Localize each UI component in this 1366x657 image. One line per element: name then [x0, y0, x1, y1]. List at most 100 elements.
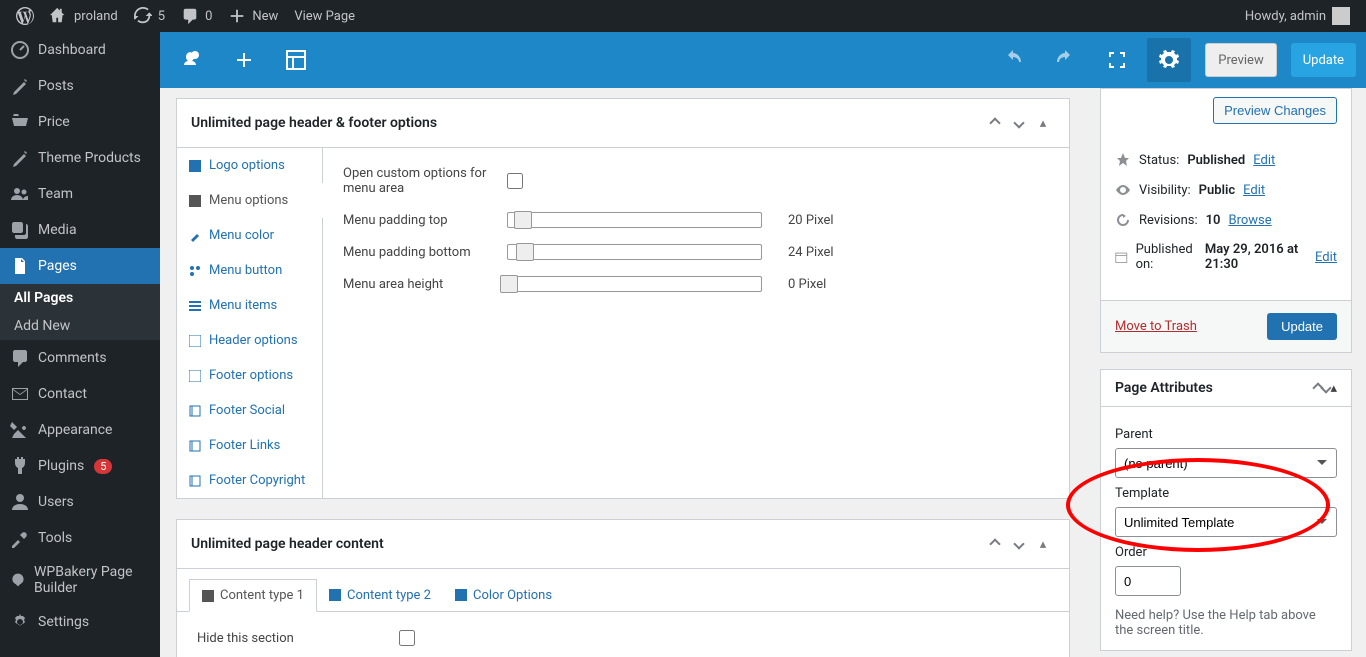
area-height-slider[interactable] — [507, 276, 762, 292]
view-page[interactable]: View Page — [286, 0, 363, 32]
preview-changes-button[interactable]: Preview Changes — [1213, 97, 1337, 124]
updates-link[interactable]: 5 — [126, 0, 173, 32]
editor-toolbar: Preview Update — [160, 32, 1366, 88]
visibility-row: Visibility: Public Edit — [1115, 182, 1337, 198]
template-select[interactable]: Unlimited Template — [1115, 507, 1337, 537]
box2-move-down[interactable] — [1007, 532, 1031, 556]
parent-select[interactable]: (no parent) — [1115, 448, 1337, 478]
pad-bottom-slider[interactable] — [507, 244, 762, 260]
ct1-panel: Hide this section Header content title — [177, 612, 1069, 657]
wp-logo-editor[interactable] — [170, 38, 214, 82]
metabox2-title: Unlimited page header content — [191, 536, 983, 552]
pad-top-value: 20 Pixel — [788, 213, 834, 228]
template-label: Template — [1115, 486, 1337, 501]
metabox-title: Unlimited page header & footer options — [191, 115, 983, 131]
vtab-header[interactable]: Header options — [177, 323, 322, 358]
menu-dashboard[interactable]: Dashboard — [0, 32, 160, 68]
pad-top-slider[interactable] — [507, 212, 762, 228]
settings-toggle[interactable] — [1147, 38, 1191, 82]
vtab-footer-copyright[interactable]: Footer Copyright — [177, 463, 322, 498]
howdy-account[interactable]: Howdy, admin — [1237, 0, 1358, 32]
metabox-header-footer: Unlimited page header & footer options ▴… — [176, 98, 1070, 499]
box-move-down[interactable] — [1007, 111, 1031, 135]
main-content: Unlimited page header & footer options ▴… — [160, 88, 1086, 657]
calendar-icon — [1115, 249, 1128, 265]
menu-comments[interactable]: Comments — [0, 340, 160, 376]
menu-team[interactable]: Team — [0, 176, 160, 212]
submenu-all-pages[interactable]: All Pages — [0, 284, 160, 312]
hide-section-label: Hide this section — [197, 631, 383, 646]
attrs-move-down[interactable] — [1322, 381, 1330, 396]
menu-settings[interactable]: Settings — [0, 604, 160, 640]
menu-plugins[interactable]: Plugins5 — [0, 448, 160, 484]
htab-ct1[interactable]: Content type 1 — [189, 579, 317, 612]
box2-move-up[interactable] — [983, 532, 1007, 556]
vtab-menu-items[interactable]: Menu items — [177, 288, 322, 323]
vtab-footer-links[interactable]: Footer Links — [177, 428, 322, 463]
settings-sidebar: Preview Changes Status: Published Edit V… — [1086, 88, 1366, 657]
area-height-label: Menu area height — [343, 277, 491, 292]
menu-options-panel: Open custom options for menu area Menu p… — [323, 148, 1069, 498]
move-to-trash-link[interactable]: Move to Trash — [1115, 319, 1197, 334]
pad-bottom-value: 24 Pixel — [788, 245, 834, 260]
vtab-menu-color[interactable]: Menu color — [177, 218, 322, 253]
pad-top-label: Menu padding top — [343, 213, 491, 228]
update-button[interactable]: Update — [1291, 43, 1356, 77]
admin-sidebar: Dashboard Posts Price Theme Products Tea… — [0, 32, 160, 657]
htab-ct2[interactable]: Content type 2 — [317, 579, 443, 611]
menu-users[interactable]: Users — [0, 484, 160, 520]
help-text: Need help? Use the Help tab above the sc… — [1115, 608, 1337, 638]
preview-button[interactable]: Preview — [1205, 43, 1276, 77]
menu-contact[interactable]: Contact — [0, 376, 160, 412]
backup-icon — [1115, 212, 1131, 228]
menu-media[interactable]: Media — [0, 212, 160, 248]
metabox-header-content: Unlimited page header content ▴ Content … — [176, 519, 1070, 657]
open-custom-label: Open custom options for menu area — [343, 166, 491, 196]
comments-link[interactable]: 0 — [173, 0, 220, 32]
edit-status-link[interactable]: Edit — [1253, 153, 1275, 168]
vtab-menu-button[interactable]: Menu button — [177, 253, 322, 288]
menu-price[interactable]: Price — [0, 104, 160, 140]
page-attrs-heading: Page Attributes — [1115, 380, 1314, 396]
box2-toggle[interactable]: ▴ — [1031, 532, 1055, 556]
vtab-logo[interactable]: Logo options — [177, 148, 322, 183]
vtab-menu[interactable]: Menu options — [177, 183, 323, 218]
revisions-row: Revisions: 10 Browse — [1115, 212, 1337, 228]
undo-button[interactable] — [991, 38, 1035, 82]
menu-tools[interactable]: Tools — [0, 520, 160, 556]
eye-icon — [1115, 182, 1131, 198]
box-move-up[interactable] — [983, 111, 1007, 135]
publish-box: Preview Changes Status: Published Edit V… — [1100, 88, 1352, 353]
edit-date-link[interactable]: Edit — [1315, 250, 1337, 265]
new-content[interactable]: New — [220, 0, 286, 32]
plugins-count-badge: 5 — [94, 459, 112, 474]
open-custom-checkbox[interactable] — [507, 173, 523, 189]
redo-button[interactable] — [1043, 38, 1087, 82]
hide-section-checkbox[interactable] — [399, 630, 415, 646]
vtab-footer[interactable]: Footer options — [177, 358, 322, 393]
site-link[interactable]: proland — [42, 0, 126, 32]
menu-posts[interactable]: Posts — [0, 68, 160, 104]
parent-label: Parent — [1115, 427, 1337, 442]
avatar-icon — [1332, 7, 1350, 25]
fullscreen-button[interactable] — [1095, 38, 1139, 82]
submenu-add-new[interactable]: Add New — [0, 312, 160, 340]
wp-logo[interactable] — [8, 0, 42, 32]
vertical-tabs: Logo options Menu options Menu color Men… — [177, 148, 323, 498]
vtab-footer-social[interactable]: Footer Social — [177, 393, 322, 428]
pad-bottom-label: Menu padding bottom — [343, 245, 491, 260]
menu-appearance[interactable]: Appearance — [0, 412, 160, 448]
admin-bar: proland 5 0 New View Page Howdy, admin — [0, 0, 1366, 32]
order-input[interactable] — [1115, 566, 1181, 596]
menu-theme-products[interactable]: Theme Products — [0, 140, 160, 176]
menu-pages[interactable]: Pages — [0, 248, 160, 284]
publish-update-button[interactable]: Update — [1267, 313, 1337, 340]
box-toggle[interactable]: ▴ — [1031, 111, 1055, 135]
htab-color[interactable]: Color Options — [443, 579, 564, 611]
browse-revisions-link[interactable]: Browse — [1228, 213, 1271, 228]
pin-icon — [1115, 152, 1131, 168]
menu-wpbakery[interactable]: WPBakery Page Builder — [0, 556, 160, 604]
layout-button[interactable] — [274, 38, 318, 82]
add-block-button[interactable] — [222, 38, 266, 82]
edit-visibility-link[interactable]: Edit — [1243, 183, 1265, 198]
